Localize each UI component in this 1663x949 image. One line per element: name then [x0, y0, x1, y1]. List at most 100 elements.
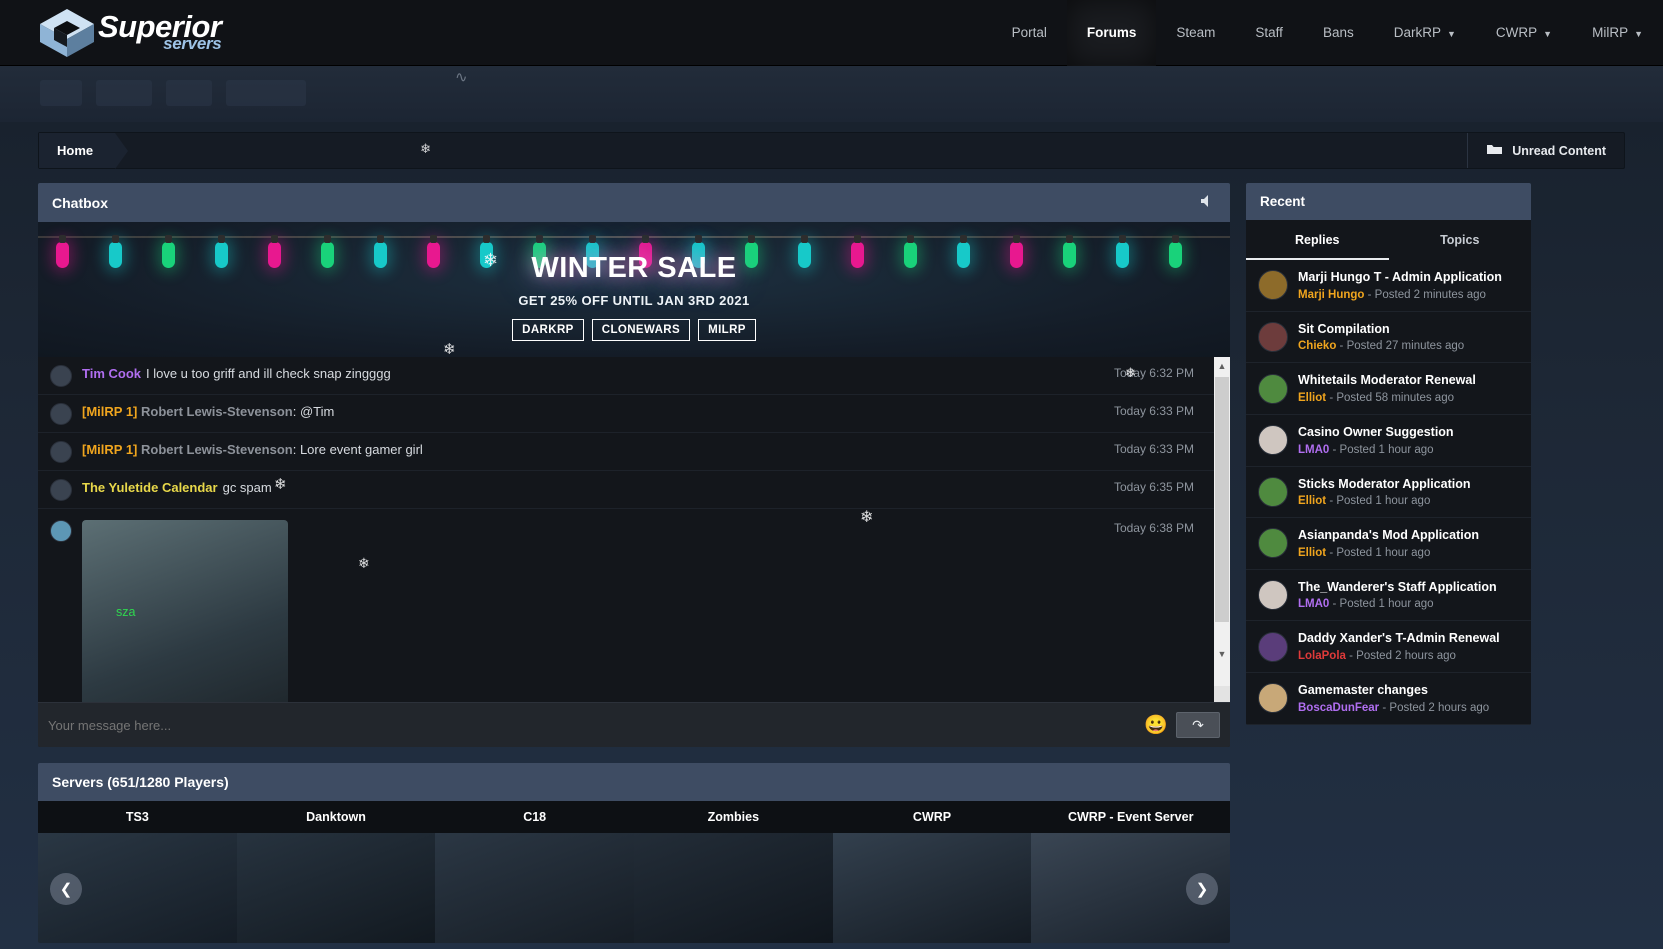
servers-title: Servers (651/1280 Players)	[38, 763, 1230, 801]
server-tab-c18[interactable]: C18	[435, 801, 634, 833]
winter-sale-banner: WINTER SALE GET 25% OFF UNTIL JAN 3RD 20…	[38, 222, 1230, 357]
scroll-up-arrow[interactable]: ▲	[1214, 357, 1230, 374]
recent-item-title[interactable]: Sit Compilation	[1298, 322, 1519, 338]
nav-item-portal[interactable]: Portal	[992, 0, 1067, 66]
recent-item[interactable]: Daddy Xander's T-Admin Renewal LolaPola -…	[1246, 621, 1531, 673]
server-preview-c18[interactable]	[435, 833, 635, 943]
scrollbar-thumb[interactable]	[1215, 377, 1229, 622]
breadcrumb-home[interactable]: Home	[39, 133, 129, 169]
chat-message: Tim Cook I love u too griff and ill check…	[38, 357, 1230, 395]
chat-username[interactable]: Tim Cook	[82, 366, 141, 381]
avatar[interactable]	[1258, 631, 1288, 662]
avatar[interactable]	[50, 403, 72, 425]
recent-tab-topics[interactable]: Topics	[1389, 220, 1532, 260]
nav-item-label: Forums	[1086, 25, 1137, 40]
resize-grip[interactable]	[1214, 686, 1230, 702]
chat-username[interactable]: Robert Lewis-Stevenson	[141, 404, 293, 419]
avatar[interactable]	[1258, 321, 1288, 352]
chat-username[interactable]: The Yuletide Calendar	[82, 480, 218, 495]
avatar[interactable]	[1258, 528, 1288, 559]
recent-item-title[interactable]: Sticks Moderator Application	[1298, 477, 1519, 493]
recent-item[interactable]: Whitetails Moderator Renewal Elliot - Pos…	[1246, 363, 1531, 415]
recent-item-title[interactable]: Casino Owner Suggestion	[1298, 425, 1519, 441]
server-tab-danktown[interactable]: Danktown	[237, 801, 436, 833]
chat-scrollbar[interactable]: ▲ ▼	[1214, 357, 1230, 702]
recent-item-author[interactable]: Elliot	[1298, 392, 1326, 404]
recent-item-timestamp: - Posted 1 hour ago	[1329, 546, 1431, 559]
server-tab-zombies[interactable]: Zombies	[634, 801, 833, 833]
chat-message: [MilRP 1] Robert Lewis-Stevenson: @Tim To…	[38, 395, 1230, 433]
recent-item-title[interactable]: The_Wanderer's Staff Application	[1298, 580, 1519, 596]
nav-item-milrp[interactable]: MilRP ▼	[1572, 0, 1663, 66]
recent-item[interactable]: Sit Compilation Chieko - Posted 27 minute…	[1246, 312, 1531, 364]
avatar[interactable]	[1258, 373, 1288, 404]
recent-item-title[interactable]: Asianpanda's Mod Application	[1298, 528, 1519, 544]
recent-item-author[interactable]: LolaPola	[1298, 650, 1346, 662]
speaker-icon[interactable]	[1200, 194, 1216, 211]
sale-button-milrp[interactable]: MILRP	[698, 319, 756, 341]
avatar[interactable]	[50, 441, 72, 463]
recent-item-author[interactable]: LMA0	[1298, 598, 1329, 610]
recent-item-title[interactable]: Daddy Xander's T-Admin Renewal	[1298, 631, 1519, 647]
recent-item-timestamp: - Posted 1 hour ago	[1329, 495, 1431, 508]
recent-panel: Recent Replies Topics Marji Hungo T - Adm…	[1246, 183, 1531, 725]
chat-message-text: gc spam	[222, 480, 272, 495]
recent-item-title[interactable]: Marji Hungo T - Admin Application	[1298, 270, 1519, 286]
recent-item-meta: LMA0 - Posted 1 hour ago	[1298, 598, 1519, 610]
avatar[interactable]	[1258, 425, 1288, 456]
nav-item-staff[interactable]: Staff	[1235, 0, 1303, 66]
carousel-prev-button[interactable]: ❮	[50, 873, 82, 905]
recent-item[interactable]: Casino Owner Suggestion LMA0 - Posted 1 h…	[1246, 415, 1531, 467]
chat-timestamp: Today 6:32 PM	[1113, 366, 1194, 380]
recent-tab-replies[interactable]: Replies	[1246, 220, 1389, 260]
site-logo[interactable]: Superior servers	[38, 7, 222, 59]
server-tab-cwrp-event-server[interactable]: CWRP - Event Server	[1031, 801, 1230, 833]
recent-item[interactable]: The_Wanderer's Staff Application LMA0 - P…	[1246, 570, 1531, 622]
recent-item[interactable]: Marji Hungo T - Admin Application Marji H…	[1246, 260, 1531, 312]
send-button[interactable]: ↷	[1176, 712, 1220, 738]
recent-item-author[interactable]: Elliot	[1298, 547, 1326, 559]
chat-message-body: The Yuletide Calendar gc spam	[82, 478, 1104, 498]
nav-item-label: Staff	[1255, 25, 1283, 40]
recent-item-author[interactable]: BoscaDunFear	[1298, 702, 1379, 714]
sale-button-clonewars[interactable]: CLONEWARS	[591, 319, 691, 341]
recent-item-author[interactable]: Chieko	[1298, 340, 1336, 352]
recent-item-title[interactable]: Gamemaster changes	[1298, 683, 1519, 699]
server-tab-cwrp[interactable]: CWRP	[833, 801, 1032, 833]
nav-item-darkrp[interactable]: DarkRP ▼	[1374, 0, 1476, 66]
avatar[interactable]	[50, 520, 72, 542]
chat-username[interactable]: Robert Lewis-Stevenson	[141, 442, 293, 457]
avatar[interactable]	[1258, 580, 1288, 611]
chat-message-input[interactable]	[48, 717, 1137, 733]
sale-button-darkrp[interactable]: DARKRP	[512, 319, 584, 341]
chat-image-attachment[interactable]	[82, 520, 288, 702]
server-preview-danktown[interactable]	[236, 833, 436, 943]
chat-message-list[interactable]: Tim Cook I love u too griff and ill check…	[38, 357, 1230, 702]
recent-item[interactable]: Sticks Moderator Application Elliot - Pos…	[1246, 467, 1531, 519]
recent-item-timestamp: - Posted 2 hours ago	[1349, 650, 1456, 662]
avatar[interactable]	[1258, 270, 1288, 301]
nav-item-steam[interactable]: Steam	[1156, 0, 1235, 66]
server-preview-cwrp[interactable]	[832, 833, 1032, 943]
server-tab-ts3[interactable]: TS3	[38, 801, 237, 833]
smiley-icon[interactable]: 😀	[1144, 716, 1168, 735]
nav-item-cwrp[interactable]: CWRP ▼	[1476, 0, 1572, 66]
avatar[interactable]	[50, 365, 72, 387]
avatar[interactable]	[1258, 476, 1288, 507]
recent-item-title[interactable]: Whitetails Moderator Renewal	[1298, 373, 1519, 389]
scroll-down-arrow[interactable]: ▼	[1214, 645, 1230, 662]
recent-item-author[interactable]: Marji Hungo	[1298, 289, 1364, 301]
carousel-next-button[interactable]: ❯	[1186, 873, 1218, 905]
recent-item-author[interactable]: LMA0	[1298, 444, 1329, 456]
nav-item-forums[interactable]: Forums	[1066, 0, 1157, 66]
recent-item[interactable]: Gamemaster changes BoscaDunFear - Posted …	[1246, 673, 1531, 725]
recent-item[interactable]: Asianpanda's Mod Application Elliot - Pos…	[1246, 518, 1531, 570]
unread-content-button[interactable]: Unread Content	[1467, 133, 1624, 168]
recent-item-author[interactable]: Elliot	[1298, 495, 1326, 507]
chat-username[interactable]: sza	[116, 605, 135, 619]
chevron-down-icon: ▼	[1634, 28, 1643, 39]
avatar[interactable]	[1258, 683, 1288, 714]
avatar[interactable]	[50, 479, 72, 501]
nav-item-bans[interactable]: Bans	[1303, 0, 1374, 66]
server-preview-zombies[interactable]	[634, 833, 833, 943]
